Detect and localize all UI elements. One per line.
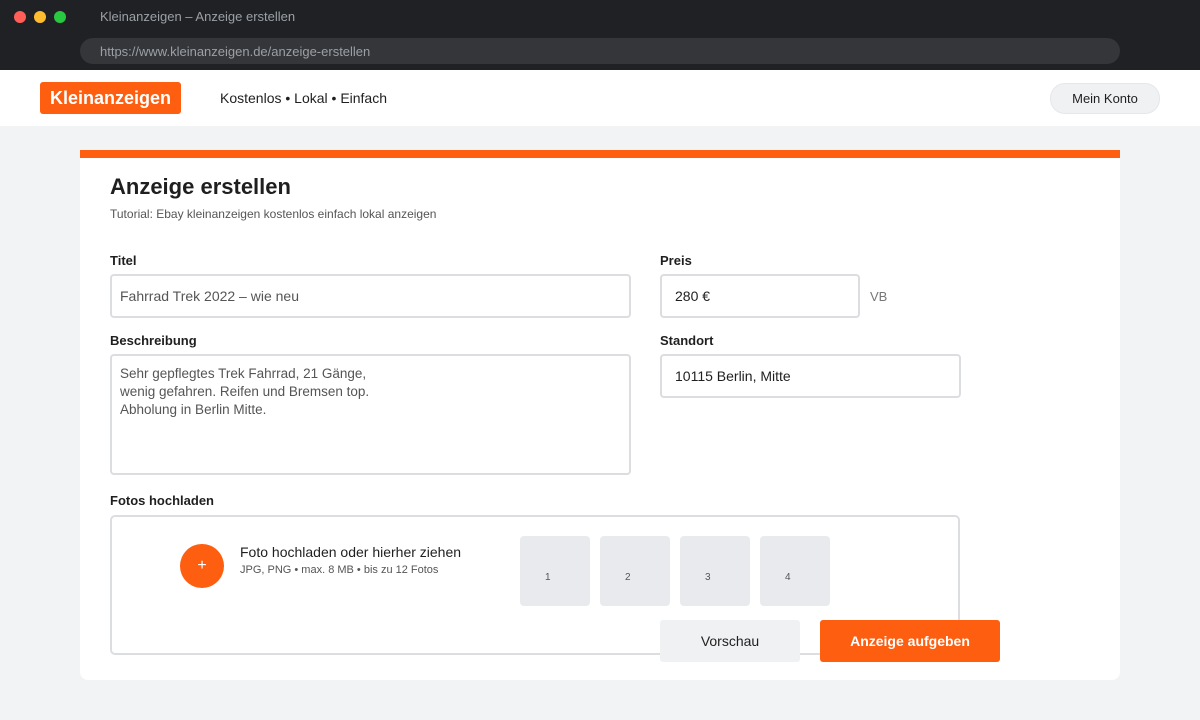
site-tagline: Kostenlos • Lokal • Einfach	[220, 90, 388, 106]
photo-slot[interactable]: 2	[600, 536, 670, 606]
location-input[interactable]	[660, 354, 961, 398]
window-title: Kleinanzeigen – Anzeige erstellen	[100, 9, 296, 24]
description-label: Beschreibung	[110, 333, 197, 348]
location-label: Standort	[660, 333, 714, 348]
photo-slot[interactable]: 3	[680, 536, 750, 606]
preview-button[interactable]: Vorschau	[660, 620, 800, 662]
photo-slot-number: 1	[545, 572, 551, 583]
address-bar[interactable]: https://www.kleinanzeigen.de/anzeige-ers…	[80, 38, 1120, 64]
title-label: Titel	[110, 253, 137, 268]
page-subtitle: Tutorial: Ebay kleinanzeigen kostenlos e…	[110, 207, 437, 221]
price-label: Preis	[660, 253, 692, 268]
price-input[interactable]	[660, 274, 860, 318]
ad-form-card: Anzeige erstellen Tutorial: Ebay kleinan…	[80, 150, 1120, 680]
page-title: Anzeige erstellen	[110, 174, 291, 199]
close-window-button[interactable]	[14, 11, 26, 23]
photo-slot[interactable]: 4	[760, 536, 830, 606]
plus-icon[interactable]: +	[180, 544, 224, 588]
price-negotiable-suffix: VB	[870, 289, 888, 304]
card-accent-bar	[80, 150, 1120, 158]
photo-slot-number: 3	[705, 572, 711, 583]
minimize-window-button[interactable]	[34, 11, 46, 23]
description-textarea[interactable]: Sehr gepflegtes Trek Fahrrad, 21 Gänge, …	[110, 354, 631, 475]
maximize-window-button[interactable]	[54, 11, 66, 23]
photo-slot-number: 4	[785, 572, 791, 583]
upload-title: Foto hochladen oder hierher ziehen	[240, 544, 462, 560]
browser-chrome: Kleinanzeigen – Anzeige erstellen https:…	[0, 0, 1200, 70]
site-logo[interactable]: Kleinanzeigen	[40, 82, 182, 114]
photos-label: Fotos hochladen	[110, 493, 214, 508]
photo-slot-number: 2	[625, 572, 631, 583]
account-button[interactable]: Mein Konto	[1050, 83, 1160, 114]
upload-hint: JPG, PNG • max. 8 MB • bis zu 12 Fotos	[240, 564, 439, 576]
title-input[interactable]	[110, 274, 631, 318]
submit-ad-button[interactable]: Anzeige aufgeben	[820, 620, 1000, 662]
photo-slot[interactable]: 1	[520, 536, 590, 606]
site-header: Kleinanzeigen Kostenlos • Lokal • Einfac…	[0, 70, 1200, 126]
address-bar-url: https://www.kleinanzeigen.de/anzeige-ers…	[100, 44, 371, 59]
